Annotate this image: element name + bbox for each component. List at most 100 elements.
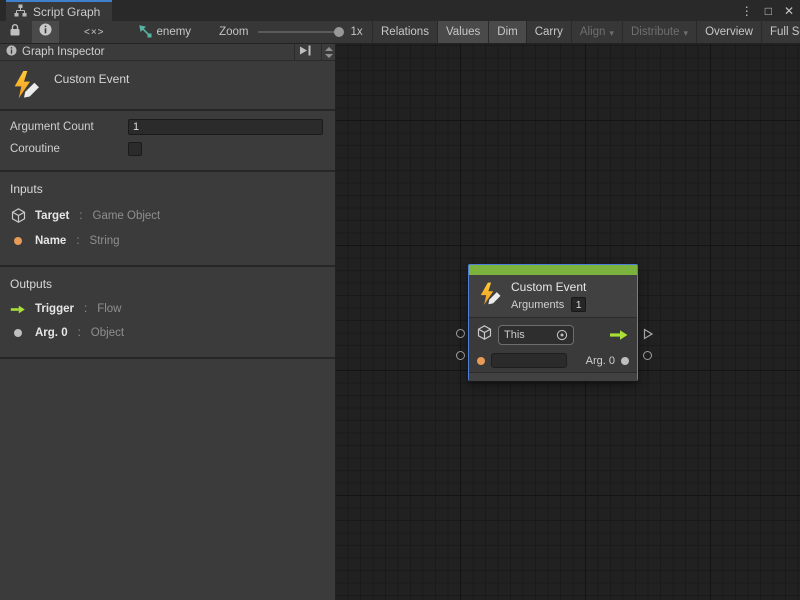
close-icon[interactable]: ✕ (784, 4, 794, 18)
node-input-port-target[interactable] (456, 329, 465, 338)
chevron-up-icon (325, 47, 333, 51)
colon-separator: : (78, 327, 81, 339)
output-row-trigger: Trigger : Flow (10, 303, 325, 315)
lock-button[interactable] (2, 21, 28, 43)
port-name: Arg. 0 (35, 327, 68, 339)
toolbar-buttons: Relations Values Dim Carry Align ▾ Distr… (372, 21, 800, 43)
unit-title: Custom Event (54, 72, 129, 101)
dropdown-arrow-icon: ▾ (684, 28, 689, 39)
node-output-port-arg0[interactable] (643, 351, 652, 360)
node-arguments-row: Arguments 1 (511, 297, 586, 312)
parent-graph-arrow-icon (138, 24, 152, 41)
coroutine-checkbox[interactable] (128, 142, 142, 156)
dock-right-icon (299, 43, 312, 61)
target-picker-icon[interactable] (556, 329, 568, 341)
coroutine-label: Coroutine (10, 143, 128, 155)
maximize-icon[interactable]: □ (765, 4, 772, 18)
zoom-label: Zoom (219, 26, 248, 38)
graph-canvas[interactable]: Custom Event Arguments 1 (336, 44, 800, 600)
button-label: Full Screen (770, 26, 800, 38)
node-header-text: Custom Event Arguments 1 (511, 280, 586, 312)
event-color-bar (469, 265, 637, 275)
string-port-dot (477, 357, 485, 365)
dock-panel-button[interactable] (294, 44, 316, 61)
button-label: Dim (497, 26, 517, 38)
lock-icon (9, 23, 21, 42)
kebab-menu-icon[interactable]: ⋮ (741, 4, 753, 18)
button-label: Values (446, 26, 480, 38)
argument-count-input[interactable] (128, 119, 323, 135)
inputs-title: Inputs (10, 182, 325, 196)
graph-inspector-panel: Graph Inspector (0, 44, 336, 600)
align-button[interactable]: Align ▾ (572, 21, 623, 43)
arg0-label: Arg. 0 (586, 355, 615, 367)
target-dropdown[interactable]: This (498, 325, 574, 345)
colon-separator: : (84, 303, 87, 315)
node-arg0-row: Arg. 0 (477, 349, 629, 372)
port-type: Object (91, 327, 124, 339)
outputs-section: Outputs Trigger : Flow Arg. 0 : Object (0, 267, 335, 359)
colon-separator: : (76, 235, 79, 247)
input-row-target: Target : Game Object (10, 208, 325, 223)
tab-strip: Script Graph ⋮ □ ✕ (0, 0, 800, 21)
outputs-title: Outputs (10, 277, 325, 291)
port-name: Trigger (35, 303, 74, 315)
flow-arrow-icon (10, 304, 26, 315)
button-label: Overview (705, 26, 753, 38)
port-type: Game Object (93, 210, 161, 222)
string-port-dot (10, 237, 26, 245)
arg0-input[interactable] (491, 353, 567, 368)
carry-button[interactable]: Carry (527, 21, 572, 43)
unity-script-graph-window: Script Graph ⋮ □ ✕ (0, 0, 800, 600)
full-screen-button[interactable]: Full Screen (762, 21, 800, 43)
selected-unit-section: Custom Event (0, 61, 335, 111)
button-label: Align (580, 26, 606, 38)
inspector-toggle-button[interactable] (32, 21, 59, 43)
panel-title: Graph Inspector (22, 46, 289, 58)
node-header[interactable]: Custom Event Arguments 1 (469, 275, 637, 318)
button-label: Relations (381, 26, 429, 38)
zoom-control: Zoom 1x (219, 26, 363, 38)
output-row-arg0: Arg. 0 : Object (10, 327, 325, 339)
info-icon (39, 23, 52, 41)
port-name: Target (35, 210, 69, 222)
custom-event-icon (477, 281, 503, 312)
graph-breadcrumb[interactable]: enemy (138, 24, 192, 41)
chevron-down-icon (325, 54, 333, 58)
port-name: Name (35, 235, 66, 247)
graph-hierarchy-icon (14, 4, 27, 20)
object-port-dot (621, 357, 629, 365)
distribute-button[interactable]: Distribute ▾ (623, 21, 697, 43)
node-target-row: This (477, 321, 629, 349)
info-icon (6, 43, 17, 61)
tab-script-graph[interactable]: Script Graph (6, 0, 112, 21)
colon-separator: : (79, 210, 82, 222)
relations-button[interactable]: Relations (373, 21, 438, 43)
arguments-value[interactable]: 1 (571, 297, 586, 312)
overview-button[interactable]: Overview (697, 21, 762, 43)
panel-size-stepper[interactable] (321, 44, 335, 61)
node-output-port-trigger[interactable] (642, 328, 654, 340)
cube-icon (477, 325, 492, 345)
custom-event-node[interactable]: Custom Event Arguments 1 (468, 264, 638, 381)
zoom-value: 1x (350, 26, 362, 38)
zoom-slider[interactable] (258, 31, 342, 33)
button-label: Distribute (631, 26, 680, 38)
zoom-slider-knob[interactable] (334, 27, 344, 37)
values-button[interactable]: Values (438, 21, 489, 43)
dim-button[interactable]: Dim (489, 21, 526, 43)
flow-arrow-icon (609, 329, 629, 341)
tab-label: Script Graph (33, 5, 100, 19)
toolbar-left-group: <×> enemy Zoom 1x (0, 21, 372, 43)
custom-event-icon (10, 69, 42, 101)
window-controls: ⋮ □ ✕ (741, 0, 794, 21)
graph-toolbar: <×> enemy Zoom 1x (0, 21, 800, 44)
unit-settings-section: Argument Count Coroutine (0, 111, 335, 172)
coroutine-row: Coroutine (10, 140, 323, 158)
argument-count-row: Argument Count (10, 118, 323, 136)
code-view-button[interactable]: <×> (77, 21, 112, 43)
graph-inspector-header: Graph Inspector (0, 44, 335, 61)
node-input-port-name[interactable] (456, 351, 465, 360)
node-body: This (469, 318, 637, 372)
button-label: Carry (535, 26, 563, 38)
